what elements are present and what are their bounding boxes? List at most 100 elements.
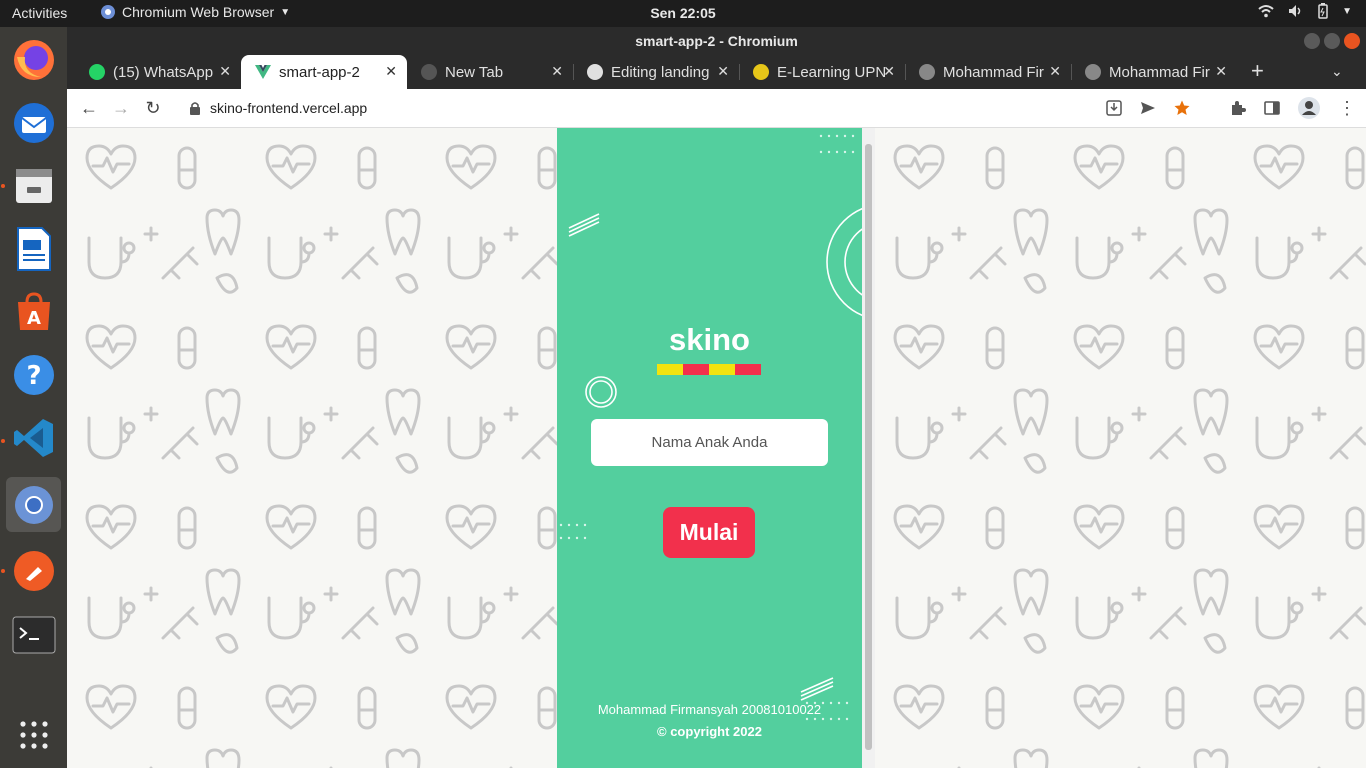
dock-writer[interactable] — [6, 221, 61, 276]
dock-postman[interactable] — [6, 543, 61, 598]
app-menu[interactable]: Chromium Web Browser ▼ — [100, 4, 290, 20]
svg-text:A: A — [27, 308, 41, 329]
svg-text:?: ? — [26, 361, 41, 391]
close-icon[interactable]: ✕ — [1215, 63, 1227, 80]
medical-pattern-right — [875, 128, 1366, 768]
toolbar-actions: ⋮ — [1106, 97, 1356, 119]
page-scrollbar[interactable] — [862, 128, 875, 768]
dock-help[interactable]: ? — [6, 347, 61, 402]
vue-icon — [255, 65, 271, 79]
whatsapp-icon — [89, 64, 105, 80]
send-icon[interactable] — [1140, 100, 1156, 116]
chromium-icon — [14, 485, 53, 524]
activities-button[interactable]: Activities — [12, 5, 67, 21]
dock-app-grid[interactable] — [6, 707, 61, 762]
web-viewport: skino Mulai Mohammad Firmansyah 20081010… — [67, 128, 1366, 768]
chromium-icon — [101, 5, 115, 19]
scrollbar-thumb[interactable] — [865, 144, 872, 750]
address-bar[interactable]: skino-frontend.vercel.app — [177, 93, 1167, 123]
tab-label: Mohammad Fir — [1109, 63, 1210, 81]
files-icon — [15, 168, 52, 203]
thunderbird-icon — [13, 102, 54, 143]
tab-label: E-Learning UPN — [777, 63, 887, 81]
close-icon[interactable]: ✕ — [717, 63, 729, 80]
software-icon: A — [17, 291, 50, 330]
tab-label: Mohammad Fir — [943, 63, 1044, 81]
window-controls — [1304, 33, 1360, 49]
start-button[interactable]: Mulai — [663, 507, 755, 558]
dock: A ? — [0, 27, 67, 768]
forward-button[interactable]: → — [110, 97, 132, 119]
close-icon[interactable]: ✕ — [385, 63, 397, 80]
profile-avatar-icon[interactable] — [1298, 97, 1320, 119]
install-app-icon[interactable] — [1106, 100, 1122, 116]
side-panel-icon[interactable] — [1264, 100, 1280, 116]
bar-red — [735, 364, 761, 375]
help-icon: ? — [13, 354, 54, 395]
dock-software[interactable]: A — [6, 284, 61, 339]
tab-smart-app-2[interactable]: smart-app-2 ✕ — [241, 55, 407, 89]
close-icon[interactable]: ✕ — [219, 63, 231, 80]
dock-thunderbird[interactable] — [6, 95, 61, 150]
tab-mohammad-1[interactable]: Mohammad Fir ✕ — [905, 55, 1071, 89]
postman-icon — [13, 550, 54, 591]
chevron-down-icon: ▼ — [1342, 5, 1352, 17]
battery-icon — [1318, 3, 1328, 19]
brand-logo: skino — [669, 322, 750, 357]
bar-yellow — [709, 364, 735, 375]
new-tab-button[interactable]: + — [1251, 58, 1264, 84]
dock-files[interactable] — [6, 158, 61, 213]
terminal-icon — [12, 616, 55, 653]
lock-icon — [190, 102, 200, 115]
tab-search-chevron-icon[interactable]: ⌄ — [1331, 63, 1343, 80]
globe-icon — [919, 64, 935, 80]
maximize-button[interactable] — [1324, 33, 1340, 49]
clock[interactable]: Sen 22:05 — [650, 5, 715, 21]
dock-terminal[interactable] — [6, 607, 61, 662]
bar-yellow — [657, 364, 683, 375]
wifi-icon — [1258, 5, 1274, 18]
tab-strip: (15) WhatsApp ✕ smart-app-2 ✕ New Tab ✕ … — [67, 55, 1366, 89]
system-top-bar: Activities Chromium Web Browser ▼ Sen 22… — [0, 0, 1366, 27]
tab-label: Editing landing — [611, 63, 710, 81]
more-menu-icon[interactable]: ⋮ — [1338, 99, 1356, 117]
bookmark-star-icon[interactable] — [1174, 100, 1190, 116]
volume-icon — [1289, 5, 1301, 17]
firefox-icon — [13, 39, 54, 80]
chromium-icon — [421, 64, 437, 80]
minimize-button[interactable] — [1304, 33, 1320, 49]
bar-red — [683, 364, 709, 375]
github-icon — [587, 64, 603, 80]
tab-new-tab[interactable]: New Tab ✕ — [407, 55, 573, 89]
close-icon[interactable]: ✕ — [551, 63, 563, 80]
tab-mohammad-2[interactable]: Mohammad Fir ✕ — [1071, 55, 1237, 89]
browser-window: smart-app-2 - Chromium (15) WhatsApp ✕ s… — [67, 27, 1366, 768]
reload-button[interactable]: ↻ — [142, 97, 164, 119]
chevron-down-icon: ▼ — [280, 6, 291, 18]
dock-vscode[interactable] — [6, 410, 61, 465]
tab-e-learning[interactable]: E-Learning UPN ✕ — [739, 55, 905, 89]
close-icon[interactable]: ✕ — [883, 63, 895, 80]
dock-chromium[interactable] — [6, 477, 61, 532]
dock-firefox[interactable] — [6, 32, 61, 87]
back-button[interactable]: ← — [78, 97, 100, 119]
writer-icon — [16, 226, 51, 271]
welcome-card: skino Mulai Mohammad Firmansyah 20081010… — [557, 128, 862, 768]
tab-whatsapp[interactable]: (15) WhatsApp ✕ — [75, 55, 241, 89]
tab-label: smart-app-2 — [279, 63, 360, 81]
upn-icon — [753, 64, 769, 80]
vscode-icon — [13, 418, 53, 457]
system-tray[interactable]: ▼ — [1258, 3, 1352, 19]
child-name-input[interactable] — [591, 419, 828, 466]
extensions-icon[interactable] — [1230, 100, 1246, 116]
tab-label: (15) WhatsApp — [113, 63, 214, 81]
app-menu-label: Chromium Web Browser — [122, 4, 275, 20]
close-icon[interactable]: ✕ — [1049, 63, 1061, 80]
tab-label: New Tab — [445, 63, 504, 81]
copyright-text: © copyright 2022 — [657, 724, 762, 739]
tab-editing-landing[interactable]: Editing landing ✕ — [573, 55, 739, 89]
window-title: smart-app-2 - Chromium — [67, 27, 1366, 55]
medical-pattern-left — [67, 128, 557, 768]
close-window-button[interactable] — [1344, 33, 1360, 49]
browser-toolbar: ← → ↻ skino-frontend.vercel.app ⋮ — [67, 89, 1366, 128]
